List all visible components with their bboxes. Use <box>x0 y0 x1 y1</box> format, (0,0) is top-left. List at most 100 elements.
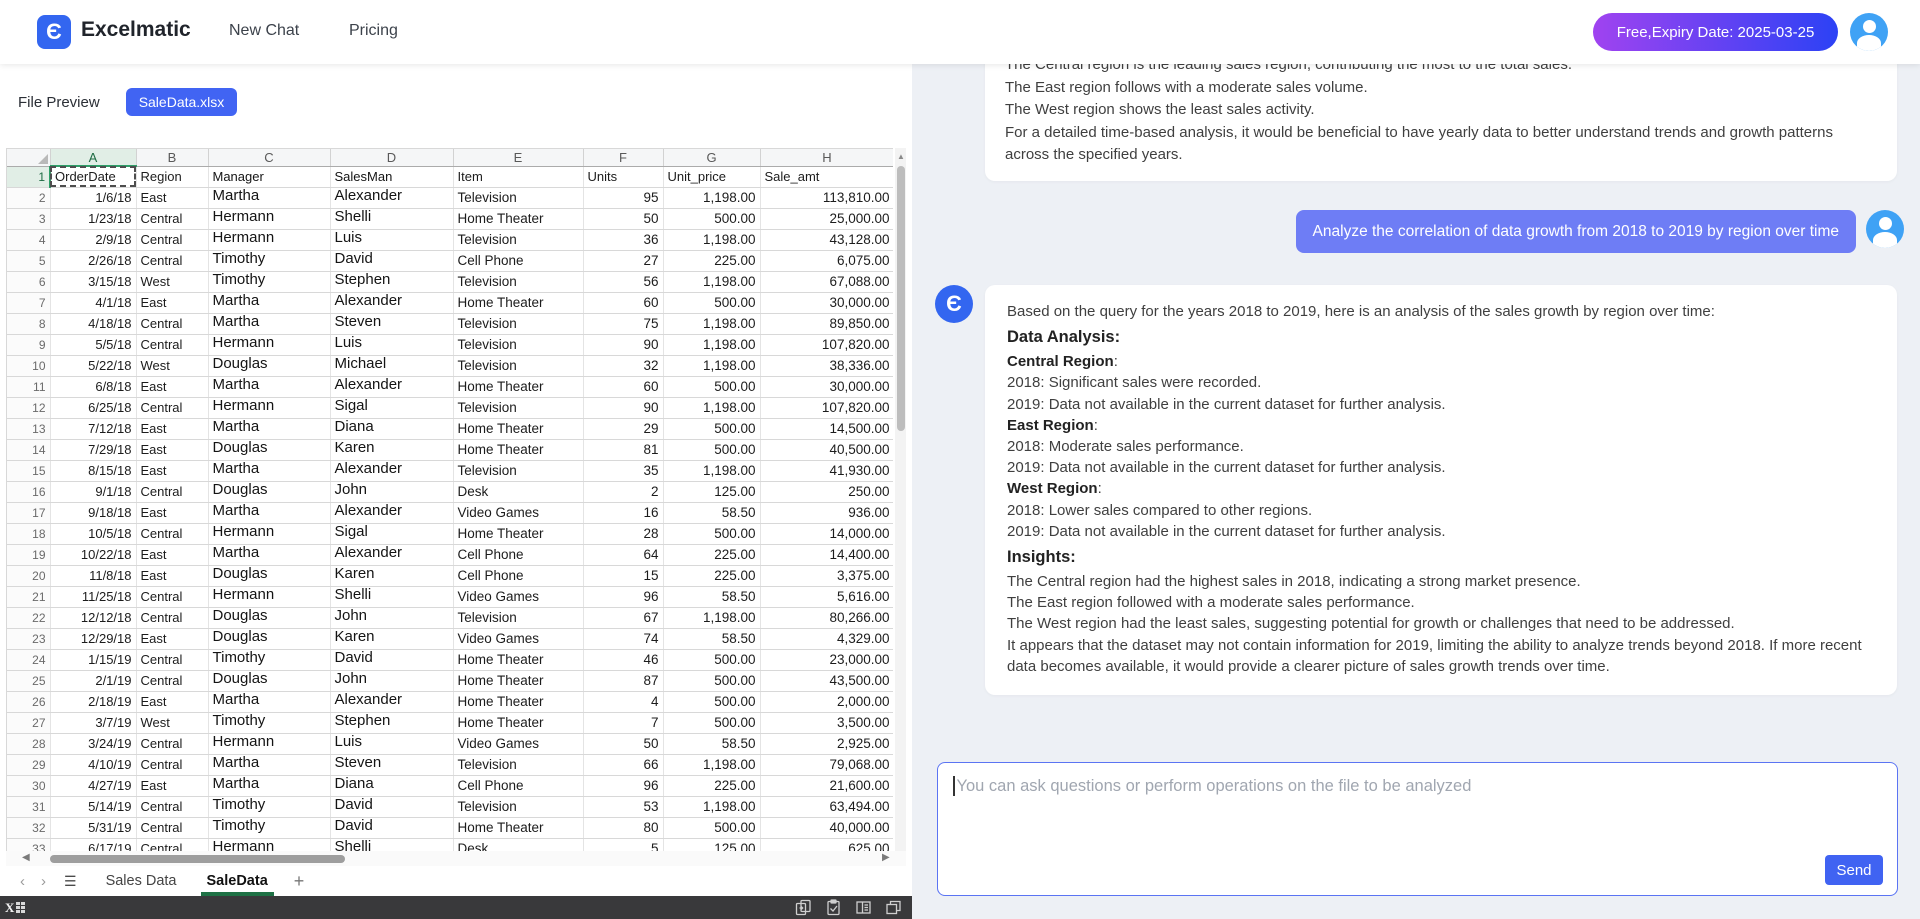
cell-D15[interactable]: Alexander <box>330 460 453 481</box>
cell-F25[interactable]: 87 <box>583 670 663 691</box>
row-header-22[interactable]: 22 <box>7 607 50 628</box>
cell-E11[interactable]: Home Theater <box>453 376 583 397</box>
cell-H21[interactable]: 5,616.00 <box>760 586 893 607</box>
cell-C24[interactable]: Timothy <box>208 649 330 670</box>
cell-E26[interactable]: Home Theater <box>453 691 583 712</box>
cell-G15[interactable]: 1,198.00 <box>663 460 760 481</box>
cell-H6[interactable]: 67,088.00 <box>760 271 893 292</box>
cell-F1[interactable]: Units <box>583 166 663 187</box>
cell-G26[interactable]: 500.00 <box>663 691 760 712</box>
cell-H24[interactable]: 23,000.00 <box>760 649 893 670</box>
cell-E3[interactable]: Home Theater <box>453 208 583 229</box>
cell-A18[interactable]: 10/5/18 <box>50 523 136 544</box>
row-header-21[interactable]: 21 <box>7 586 50 607</box>
cell-G5[interactable]: 225.00 <box>663 250 760 271</box>
cell-H8[interactable]: 89,850.00 <box>760 313 893 334</box>
cell-C9[interactable]: Hermann <box>208 334 330 355</box>
cell-C6[interactable]: Timothy <box>208 271 330 292</box>
send-button[interactable]: Send <box>1825 855 1883 885</box>
cell-E4[interactable]: Television <box>453 229 583 250</box>
cell-D26[interactable]: Alexander <box>330 691 453 712</box>
sheet-menu-icon[interactable]: ☰ <box>64 873 78 890</box>
row-header-11[interactable]: 11 <box>7 376 50 397</box>
cell-F7[interactable]: 60 <box>583 292 663 313</box>
cell-A13[interactable]: 7/12/18 <box>50 418 136 439</box>
cell-A31[interactable]: 5/14/19 <box>50 796 136 817</box>
cell-D11[interactable]: Alexander <box>330 376 453 397</box>
cell-G33[interactable]: 125.00 <box>663 838 760 851</box>
row-header-18[interactable]: 18 <box>7 523 50 544</box>
scroll-left-icon[interactable]: ◀ <box>22 852 30 863</box>
cell-A33[interactable]: 6/17/19 <box>50 838 136 851</box>
cell-E6[interactable]: Television <box>453 271 583 292</box>
copy-refresh-icon[interactable] <box>795 899 812 916</box>
sheet-tab-sales-data[interactable]: Sales Data <box>104 869 179 893</box>
cell-D19[interactable]: Alexander <box>330 544 453 565</box>
cell-E7[interactable]: Home Theater <box>453 292 583 313</box>
row-header-17[interactable]: 17 <box>7 502 50 523</box>
cell-F30[interactable]: 96 <box>583 775 663 796</box>
cell-F10[interactable]: 32 <box>583 355 663 376</box>
cell-D3[interactable]: Shelli <box>330 208 453 229</box>
cell-E15[interactable]: Television <box>453 460 583 481</box>
cell-H14[interactable]: 40,500.00 <box>760 439 893 460</box>
cell-C31[interactable]: Timothy <box>208 796 330 817</box>
cell-E25[interactable]: Home Theater <box>453 670 583 691</box>
cell-A4[interactable]: 2/9/18 <box>50 229 136 250</box>
cell-B18[interactable]: Central <box>136 523 208 544</box>
cell-G32[interactable]: 500.00 <box>663 817 760 838</box>
cell-F2[interactable]: 95 <box>583 187 663 208</box>
cell-E29[interactable]: Television <box>453 754 583 775</box>
cell-F11[interactable]: 60 <box>583 376 663 397</box>
clipboard-check-icon[interactable] <box>825 899 842 916</box>
cell-A6[interactable]: 3/15/18 <box>50 271 136 292</box>
cell-A8[interactable]: 4/18/18 <box>50 313 136 334</box>
cell-A21[interactable]: 11/25/18 <box>50 586 136 607</box>
cell-A22[interactable]: 12/12/18 <box>50 607 136 628</box>
cell-B20[interactable]: East <box>136 565 208 586</box>
cell-A10[interactable]: 5/22/18 <box>50 355 136 376</box>
cell-E30[interactable]: Cell Phone <box>453 775 583 796</box>
cell-B3[interactable]: Central <box>136 208 208 229</box>
cell-G8[interactable]: 1,198.00 <box>663 313 760 334</box>
cell-E23[interactable]: Video Games <box>453 628 583 649</box>
cell-E24[interactable]: Home Theater <box>453 649 583 670</box>
row-header-5[interactable]: 5 <box>7 250 50 271</box>
cell-D27[interactable]: Stephen <box>330 712 453 733</box>
row-header-29[interactable]: 29 <box>7 754 50 775</box>
column-header-c[interactable]: C <box>208 149 330 166</box>
cell-F21[interactable]: 96 <box>583 586 663 607</box>
cell-E18[interactable]: Home Theater <box>453 523 583 544</box>
cell-E12[interactable]: Television <box>453 397 583 418</box>
cell-G1[interactable]: Unit_price <box>663 166 760 187</box>
cell-H1[interactable]: Sale_amt <box>760 166 893 187</box>
cell-F8[interactable]: 75 <box>583 313 663 334</box>
cell-G29[interactable]: 1,198.00 <box>663 754 760 775</box>
cell-D7[interactable]: Alexander <box>330 292 453 313</box>
cell-B21[interactable]: Central <box>136 586 208 607</box>
row-header-33[interactable]: 33 <box>7 838 50 851</box>
cell-G10[interactable]: 1,198.00 <box>663 355 760 376</box>
cell-H9[interactable]: 107,820.00 <box>760 334 893 355</box>
cell-D17[interactable]: Alexander <box>330 502 453 523</box>
cell-B9[interactable]: Central <box>136 334 208 355</box>
cell-F23[interactable]: 74 <box>583 628 663 649</box>
user-avatar-icon[interactable] <box>1850 13 1888 51</box>
cell-B16[interactable]: Central <box>136 481 208 502</box>
cell-A32[interactable]: 5/31/19 <box>50 817 136 838</box>
row-header-8[interactable]: 8 <box>7 313 50 334</box>
cell-G9[interactable]: 1,198.00 <box>663 334 760 355</box>
row-header-31[interactable]: 31 <box>7 796 50 817</box>
cell-G22[interactable]: 1,198.00 <box>663 607 760 628</box>
cell-A2[interactable]: 1/6/18 <box>50 187 136 208</box>
cell-A29[interactable]: 4/10/19 <box>50 754 136 775</box>
cell-C3[interactable]: Hermann <box>208 208 330 229</box>
row-header-24[interactable]: 24 <box>7 649 50 670</box>
cell-F31[interactable]: 53 <box>583 796 663 817</box>
cell-F4[interactable]: 36 <box>583 229 663 250</box>
cell-D28[interactable]: Luis <box>330 733 453 754</box>
cell-B27[interactable]: West <box>136 712 208 733</box>
cell-C27[interactable]: Timothy <box>208 712 330 733</box>
cell-E17[interactable]: Video Games <box>453 502 583 523</box>
select-all-corner[interactable] <box>7 149 50 166</box>
